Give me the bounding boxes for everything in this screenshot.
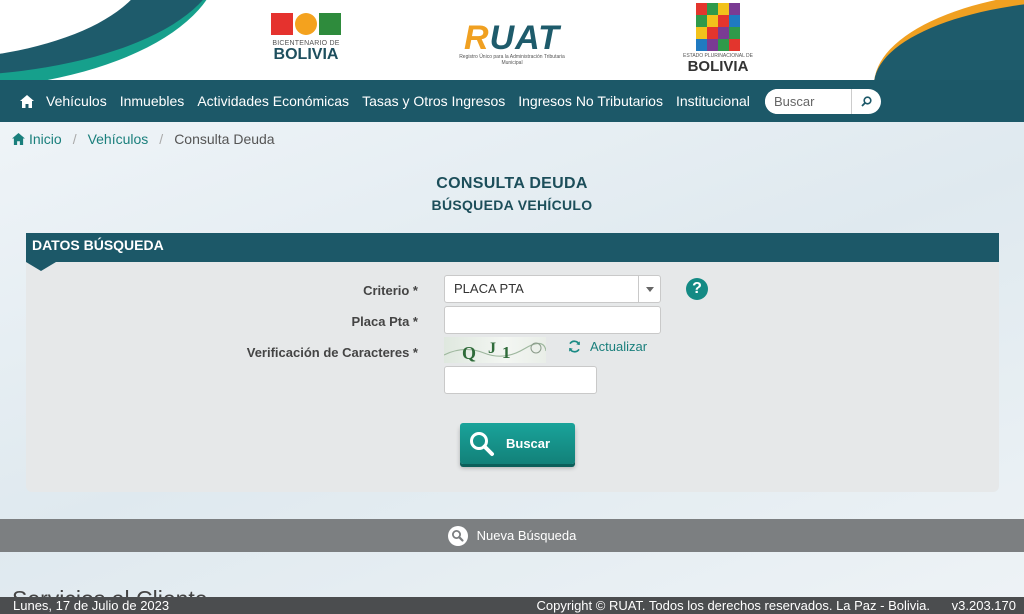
search-panel: DATOS BÚSQUEDA Criterio * PLACA PTA ? Pl… — [26, 233, 999, 492]
site-header: BICENTENARIO DE BOLIVIA RUAT Registro Ún… — [0, 0, 1024, 80]
footer-version: v3.203.170 — [951, 598, 1016, 613]
svg-text:J: J — [488, 340, 496, 357]
captcha-image: Q J 1 — [444, 337, 546, 363]
nueva-busqueda-button[interactable]: Nueva Búsqueda — [0, 519, 1024, 552]
buscar-button[interactable]: Buscar — [460, 423, 575, 464]
breadcrumb-home-icon — [12, 133, 25, 145]
breadcrumb-separator: / — [159, 131, 164, 147]
panel-header: DATOS BÚSQUEDA — [26, 233, 999, 262]
nav-item-inmuebles[interactable]: Inmuebles — [120, 93, 185, 109]
search-icon — [470, 431, 494, 456]
breadcrumb-separator: / — [72, 131, 77, 147]
estado-plurinacional-logo: ESTADO PLURINACIONAL DE BOLIVIA — [682, 3, 754, 79]
criterio-select[interactable]: PLACA PTA — [444, 275, 661, 303]
placa-label: Placa Pta * — [351, 314, 419, 329]
svg-text:Q: Q — [462, 343, 476, 363]
breadcrumb-home[interactable]: Inicio — [29, 131, 62, 147]
header-swoosh-right — [874, 0, 1024, 80]
nav-search — [765, 89, 881, 114]
footer-date: Lunes, 17 de Julio de 2023 — [13, 598, 170, 613]
home-icon[interactable] — [20, 94, 34, 108]
estado-emblem — [696, 3, 740, 51]
criterio-label: Criterio * — [363, 283, 418, 298]
estado-big-text: BOLIVIA — [687, 58, 749, 75]
ruat-logo-subtitle: Registro Único para la Administración Tr… — [459, 54, 565, 66]
ruat-logo-text: RUAT — [464, 19, 560, 57]
breadcrumb-current: Consulta Deuda — [174, 131, 275, 147]
breadcrumb: Inicio / Vehículos / Consulta Deuda — [12, 130, 275, 148]
buscar-label: Buscar — [506, 436, 551, 451]
search-input[interactable] — [765, 89, 851, 114]
actualizar-button[interactable]: Actualizar — [567, 339, 647, 354]
bicentenario-logo: BICENTENARIO DE BOLIVIA — [268, 13, 344, 67]
nav-item-vehiculos[interactable]: Vehículos — [46, 93, 107, 109]
criterio-select-value: PLACA PTA — [454, 281, 524, 296]
nav-item-ingresos-no-tributarios[interactable]: Ingresos No Tributarios — [518, 93, 663, 109]
page-subtitle: BÚSQUEDA VEHÍCULO — [431, 197, 593, 213]
breadcrumb-vehiculos[interactable]: Vehículos — [88, 131, 149, 147]
nav-item-actividades-economicas[interactable]: Actividades Económicas — [197, 93, 349, 109]
search-button[interactable] — [851, 89, 881, 114]
footer-copyright: Copyright © RUAT. Todos los derechos res… — [536, 598, 931, 613]
help-icon[interactable]: ? — [686, 278, 708, 300]
nav-item-tasas-otros-ingresos[interactable]: Tasas y Otros Ingresos — [362, 93, 505, 109]
bicentenario-big-text: BOLIVIA — [273, 46, 339, 63]
search-circle-icon — [447, 525, 468, 546]
chevron-down-icon[interactable] — [638, 276, 660, 302]
actualizar-label: Actualizar — [590, 339, 648, 354]
verificacion-label: Verificación de Caracteres * — [246, 345, 418, 360]
ruat-logo[interactable]: RUAT Registro Único para la Administraci… — [448, 19, 576, 66]
placa-input[interactable] — [444, 306, 661, 334]
footer: Lunes, 17 de Julio de 2023 Copyright © R… — [0, 597, 1024, 614]
nav-item-institucional[interactable]: Institucional — [676, 93, 750, 109]
svg-text:1: 1 — [502, 343, 511, 362]
refresh-icon — [569, 340, 580, 353]
search-icon — [861, 96, 872, 107]
captcha-input[interactable] — [444, 366, 597, 394]
page-title: CONSULTA DEUDA — [436, 175, 588, 192]
nueva-busqueda-label: Nueva Búsqueda — [476, 528, 577, 543]
